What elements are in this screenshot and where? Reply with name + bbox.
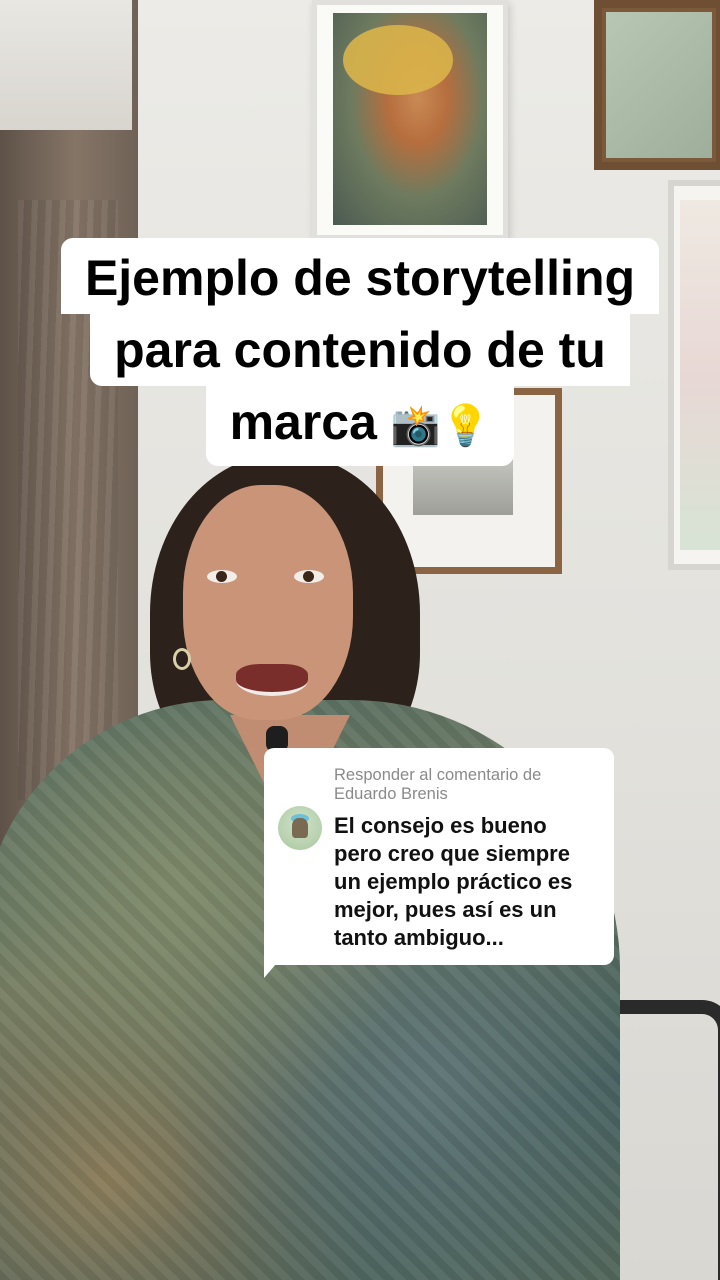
person-mouth: [236, 664, 308, 696]
reply-comment-card[interactable]: Responder al comentario de Eduardo Breni…: [264, 748, 614, 965]
person-eye-left: [207, 570, 237, 583]
caption-line-3-text: marca: [229, 394, 391, 450]
user-avatar-icon[interactable]: [278, 806, 322, 850]
reply-heading: Responder al comentario de Eduardo Breni…: [334, 766, 542, 803]
reply-bubble-tail: [264, 950, 288, 978]
reply-comment-text: El consejo es bueno pero creo que siempr…: [334, 813, 573, 950]
camera-lightbulb-emoji: 📸💡: [390, 403, 491, 449]
person-eye-right: [294, 570, 324, 583]
video-caption: Ejemplo de storytelling para contenido d…: [0, 238, 720, 466]
caption-line-1: Ejemplo de storytelling: [60, 238, 660, 314]
painting-portrait: [312, 0, 508, 240]
video-frame: [0, 0, 720, 1280]
caption-line-2: para contenido de tu: [90, 314, 630, 386]
avatar-figure-body: [292, 818, 308, 838]
earring: [173, 648, 191, 670]
door-frame: [0, 0, 132, 130]
painting-hat: [343, 25, 453, 95]
caption-line-3: marca 📸💡: [205, 386, 515, 466]
painting-green-art: [606, 12, 712, 158]
painting-green: [594, 0, 720, 170]
